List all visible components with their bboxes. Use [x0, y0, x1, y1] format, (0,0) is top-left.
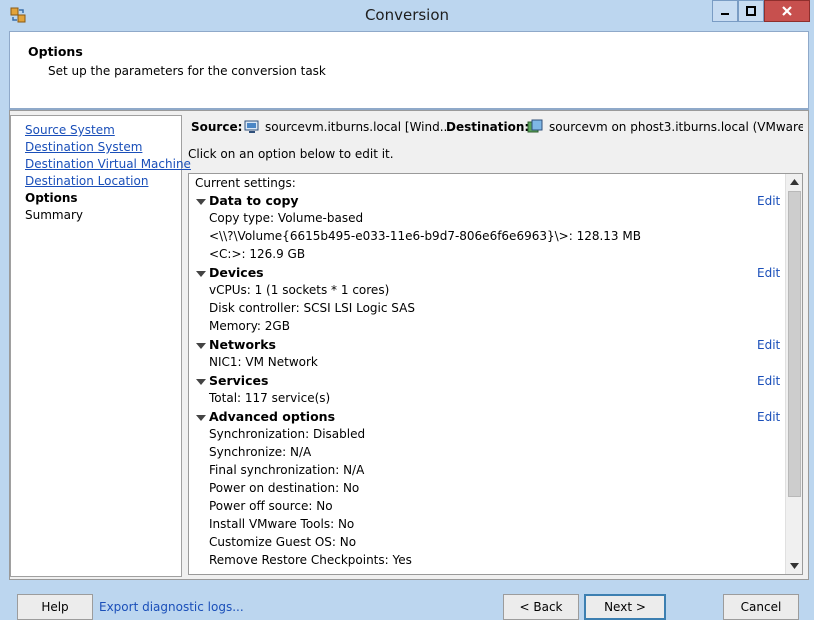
nav-item-summary: Summary — [25, 208, 83, 222]
section-title: Devices — [209, 265, 264, 280]
nav-item-options: Options — [25, 191, 78, 205]
page-subtitle: Set up the parameters for the conversion… — [48, 64, 326, 78]
nav-item-destination-virtual-machine[interactable]: Destination Virtual Machine — [25, 157, 191, 171]
close-button[interactable] — [764, 0, 810, 22]
setting-line: NIC1: VM Network — [209, 355, 318, 369]
source-label: Source: — [191, 120, 243, 134]
back-button[interactable]: < Back — [503, 594, 579, 620]
section-title: Advanced options — [209, 409, 336, 424]
destination-value: sourcevm on phost3.itburns.local (VMware… — [549, 120, 803, 134]
setting-line: Disk controller: SCSI LSI Logic SAS — [209, 301, 415, 315]
edit-hint: Click on an option below to edit it. — [188, 147, 394, 161]
conversion-window: Conversion Options Set up the parameters… — [0, 0, 814, 620]
setting-line: Final synchronization: N/A — [209, 463, 365, 477]
setting-line: <C:>: 126.9 GB — [209, 247, 306, 261]
section-title: Networks — [209, 337, 276, 352]
setting-line: Customize Guest OS: No — [209, 535, 357, 549]
setting-line: Synchronize: N/A — [209, 445, 312, 459]
minimize-button[interactable] — [712, 0, 738, 22]
destination-label: Destination: — [446, 120, 530, 134]
source-value: sourcevm.itburns.local [Wind... — [265, 120, 452, 134]
edit-advanced-options-link[interactable]: Edit — [757, 410, 780, 424]
nav-item-source-system[interactable]: Source System — [25, 123, 115, 137]
setting-line: <\\?\Volume{6615b495-e033-11e6-b9d7-806e… — [209, 229, 641, 243]
edit-services-link[interactable]: Edit — [757, 374, 780, 388]
setting-line: vCPUs: 1 (1 sockets * 1 cores) — [209, 283, 390, 297]
scrollbar-thumb[interactable] — [788, 191, 801, 497]
wizard-header: Options Set up the parameters for the co… — [9, 31, 809, 108]
wizard-content: Source System Destination System Destina… — [9, 110, 809, 580]
collapse-triangle-icon[interactable] — [196, 343, 206, 349]
cancel-button[interactable]: Cancel — [723, 594, 799, 620]
collapse-triangle-icon[interactable] — [196, 199, 206, 205]
title-bar[interactable]: Conversion — [0, 0, 814, 30]
settings-scrollbar[interactable] — [785, 174, 802, 574]
maximize-button[interactable] — [738, 0, 764, 22]
scroll-up-button[interactable] — [786, 174, 802, 190]
close-icon — [782, 6, 792, 16]
collapse-triangle-icon[interactable] — [196, 379, 206, 385]
setting-line: Copy type: Volume-based — [209, 211, 364, 225]
wizard-steps-nav: Source System Destination System Destina… — [10, 115, 191, 577]
setting-line: Memory: 2GB — [209, 319, 290, 333]
scroll-up-arrow-icon — [790, 179, 799, 185]
nav-item-destination-location[interactable]: Destination Location — [25, 174, 148, 188]
maximize-icon — [746, 6, 756, 16]
current-settings-panel[interactable]: Current settings: Data to copy Edit Copy… — [188, 173, 803, 575]
section-networks[interactable]: Networks — [209, 337, 276, 355]
setting-line: Power off source: No — [209, 499, 333, 513]
page-title: Options — [28, 44, 83, 59]
next-button[interactable]: Next > — [584, 594, 666, 620]
section-devices[interactable]: Devices — [209, 265, 264, 283]
setting-line: Total: 117 service(s) — [209, 391, 331, 405]
setting-line: Remove Restore Checkpoints: Yes — [209, 553, 412, 567]
source-destination-bar: Source: sourcevm.itburns.local [Wind... … — [191, 119, 803, 137]
setting-line: Install VMware Tools: No — [209, 517, 355, 531]
section-title: Data to copy — [209, 193, 299, 208]
vm-host-icon — [527, 119, 543, 133]
edit-data-to-copy-link[interactable]: Edit — [757, 194, 780, 208]
setting-line: Synchronization: Disabled — [209, 427, 366, 441]
setting-line: Power on destination: No — [209, 481, 360, 495]
window-title: Conversion — [364, 6, 450, 24]
nav-item-destination-system[interactable]: Destination System — [25, 140, 142, 154]
collapse-triangle-icon[interactable] — [196, 415, 206, 421]
section-title: Services — [209, 373, 269, 388]
collapse-triangle-icon[interactable] — [196, 271, 206, 277]
help-button[interactable]: Help — [17, 594, 93, 620]
edit-devices-link[interactable]: Edit — [757, 266, 780, 280]
minimize-icon — [721, 13, 729, 15]
section-data-to-copy[interactable]: Data to copy — [209, 193, 299, 211]
computer-icon — [244, 120, 259, 133]
scroll-down-arrow-icon — [790, 563, 799, 569]
settings-header: Current settings: — [195, 176, 296, 190]
export-diagnostic-logs-link[interactable]: Export diagnostic logs... — [99, 600, 244, 614]
section-services[interactable]: Services — [209, 373, 268, 391]
scroll-down-button[interactable] — [786, 558, 802, 574]
section-advanced-options[interactable]: Advanced options — [209, 409, 335, 427]
edit-networks-link[interactable]: Edit — [757, 338, 780, 352]
